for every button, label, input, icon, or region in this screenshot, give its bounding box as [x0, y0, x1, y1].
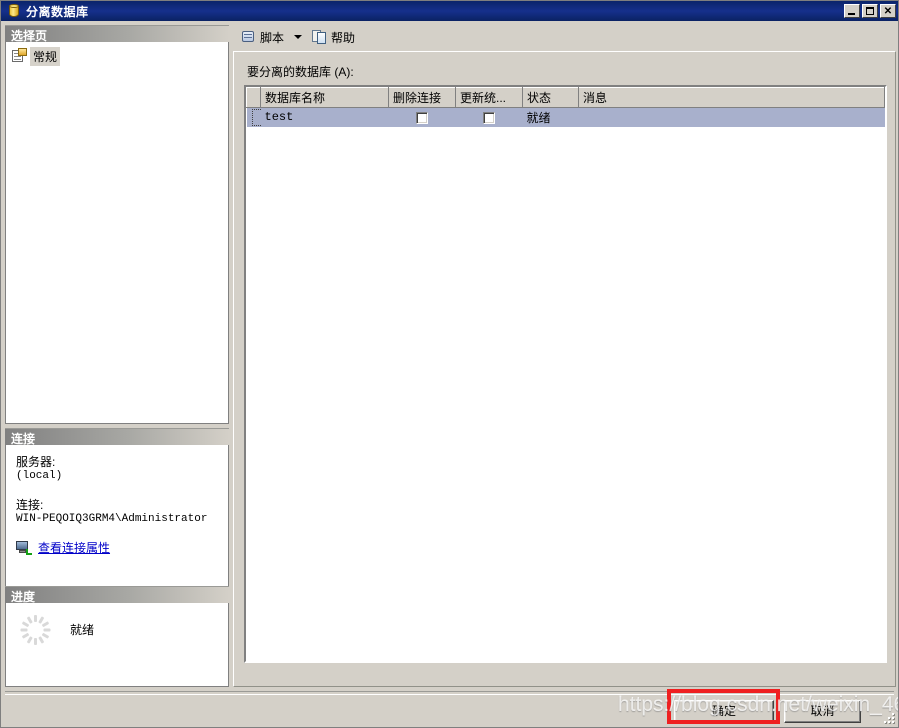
databases-table: 数据库名称 删除连接 更新统... 状态 消息 test 就绪	[246, 87, 885, 127]
table-header-row: 数据库名称 删除连接 更新统... 状态 消息	[246, 87, 885, 108]
column-header-name[interactable]: 数据库名称	[260, 87, 389, 108]
cell-message	[578, 107, 885, 127]
minimize-button[interactable]	[844, 4, 860, 18]
server-value: (local)	[16, 470, 63, 482]
connection-value: WIN-PEQOIQ3GRM4\Administrator	[16, 513, 208, 525]
cell-drop-connections	[388, 107, 456, 127]
maximize-button[interactable]	[862, 4, 878, 18]
left-panel: 选择页 常规 连接 服务器: (local) 连接: WIN-PEQOIQ3GR…	[5, 25, 229, 711]
help-pages-icon	[312, 29, 328, 45]
select-page-body: 常规	[5, 42, 229, 424]
sidebar-item-general[interactable]: 常规	[8, 46, 226, 66]
column-header-status[interactable]: 状态	[522, 87, 579, 108]
close-button[interactable]: ✕	[880, 4, 896, 18]
column-header-update-statistics[interactable]: 更新统...	[455, 87, 523, 108]
script-page-icon	[11, 48, 27, 64]
content-area: 要分离的数据库 (A): 数据库名称 删除连接 更新统... 状态 消息 tes…	[233, 51, 896, 687]
window-title: 分离数据库	[26, 4, 89, 19]
script-button-label: 脚本	[260, 30, 285, 45]
drop-connections-checkbox[interactable]	[416, 112, 428, 125]
help-button-label: 帮助	[331, 30, 356, 45]
database-cylinder-icon	[6, 3, 22, 19]
main-panel: 脚本 帮助 要分离的数据库 (A): 数据库名称 删除连接 更新统... 状态 …	[233, 25, 896, 687]
title-bar: 分离数据库 ✕	[1, 1, 898, 21]
server-label: 服务器:	[16, 455, 56, 469]
cell-status: 就绪	[522, 107, 579, 127]
view-connection-properties-row[interactable]: 查看连接属性	[16, 539, 218, 556]
column-header-rowmarker	[246, 87, 261, 108]
chevron-down-icon[interactable]	[294, 35, 303, 39]
progress-panel: 进度 就绪	[5, 586, 229, 687]
dialog-footer: 确定 取消	[1, 694, 898, 727]
connection-header: 连接	[5, 428, 229, 446]
server-connection-icon	[16, 540, 32, 556]
progress-spinner-icon	[20, 615, 50, 645]
close-icon: ✕	[883, 6, 893, 17]
cell-database-name: test	[260, 107, 389, 127]
progress-body: 就绪	[5, 603, 229, 687]
select-page-header: 选择页	[5, 25, 229, 43]
cancel-button[interactable]: 取消	[784, 700, 861, 723]
script-button[interactable]: 脚本	[237, 27, 288, 47]
help-button[interactable]: 帮助	[308, 27, 359, 47]
dialog-toolbar: 脚本 帮助	[233, 25, 896, 49]
ok-button[interactable]: 确定	[674, 700, 774, 723]
update-statistics-checkbox[interactable]	[483, 112, 495, 125]
table-row[interactable]: test 就绪	[246, 107, 885, 127]
window-controls: ✕	[844, 4, 898, 18]
progress-status: 就绪	[70, 623, 95, 637]
row-marker-cell	[246, 107, 265, 127]
script-icon	[241, 29, 257, 45]
detach-database-dialog: 分离数据库 ✕ 选择页 常规 连接 服务器: (local) 连接: WIN-P…	[0, 0, 899, 728]
view-connection-properties-link[interactable]: 查看连接属性	[38, 539, 110, 556]
grid-caption: 要分离的数据库 (A):	[247, 65, 354, 79]
sidebar-item-label: 常规	[30, 46, 61, 66]
connection-label: 连接:	[16, 498, 44, 512]
cell-update-statistics	[455, 107, 523, 127]
connection-panel: 连接 服务器: (local) 连接: WIN-PEQOIQ3GRM4\Admi…	[5, 428, 229, 600]
progress-header: 进度	[5, 586, 229, 604]
column-header-drop-connections[interactable]: 删除连接	[388, 87, 456, 108]
connection-body: 服务器: (local) 连接: WIN-PEQOIQ3GRM4\Adminis…	[5, 445, 229, 600]
column-header-message[interactable]: 消息	[578, 87, 885, 108]
databases-grid[interactable]: 数据库名称 删除连接 更新统... 状态 消息 test 就绪	[244, 85, 887, 663]
